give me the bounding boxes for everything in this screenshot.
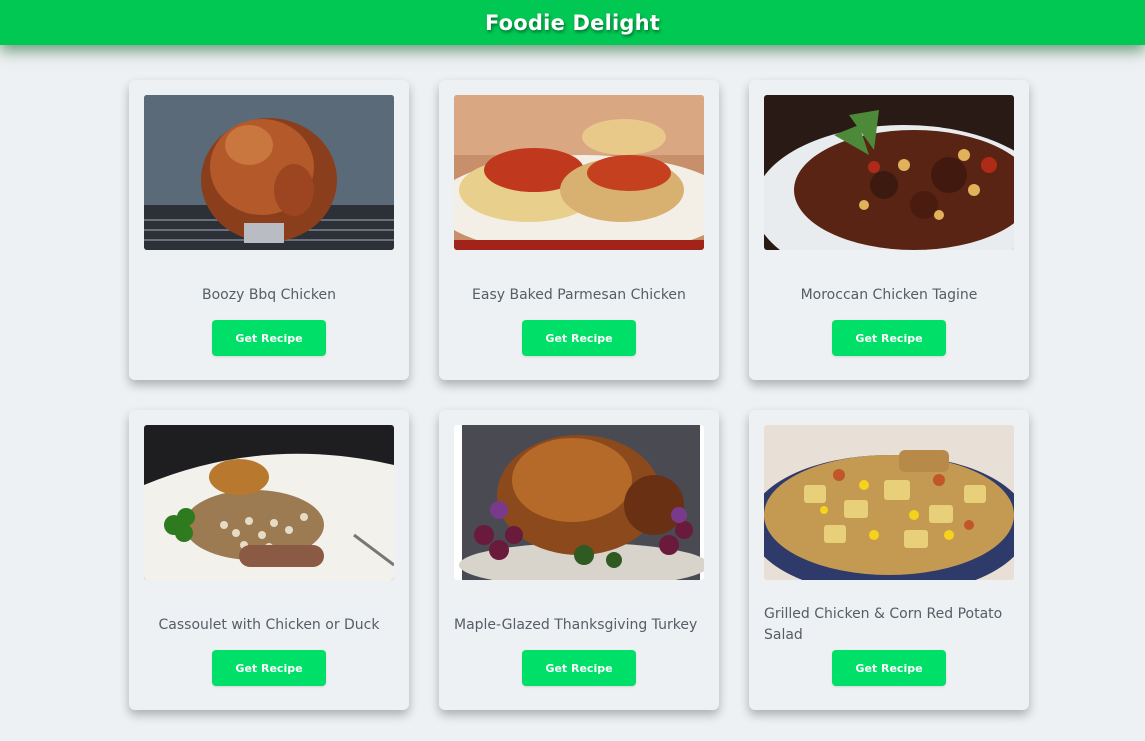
recipe-image-boozy-bbq-chicken: [144, 95, 394, 250]
get-recipe-button[interactable]: Get Recipe: [212, 320, 326, 356]
recipe-card-easy-baked-parmesan-chicken: Easy Baked Parmesan Chicken Get Recipe: [439, 80, 719, 380]
site-header: Foodie Delight: [0, 0, 1145, 45]
site-title: Foodie Delight: [484, 10, 661, 35]
recipe-title: Maple-Glazed Thanksgiving Turkey: [454, 616, 698, 633]
recipe-title-wrap: Easy Baked Parmesan Chicken: [454, 270, 704, 320]
get-recipe-button[interactable]: Get Recipe: [212, 650, 326, 686]
recipe-title: Easy Baked Parmesan Chicken: [472, 286, 686, 303]
recipe-card-boozy-bbq-chicken: Boozy Bbq Chicken Get Recipe: [129, 80, 409, 380]
recipe-title: Cassoulet with Chicken or Duck: [158, 616, 380, 633]
recipe-title-wrap: Cassoulet with Chicken or Duck: [144, 600, 394, 650]
recipe-card-moroccan-chicken-tagine: Moroccan Chicken Tagine Get Recipe: [749, 80, 1029, 380]
recipe-title-wrap: Maple-Glazed Thanksgiving Turkey: [454, 600, 704, 650]
recipe-title-wrap: Grilled Chicken & Corn Red Potato Salad: [764, 600, 1014, 650]
recipe-image-maple-glazed-turkey: [454, 425, 704, 580]
recipe-card-cassoulet: Cassoulet with Chicken or Duck Get Recip…: [129, 410, 409, 710]
get-recipe-button[interactable]: Get Recipe: [522, 650, 636, 686]
recipe-title: Boozy Bbq Chicken: [202, 286, 336, 303]
recipe-title: Moroccan Chicken Tagine: [800, 286, 978, 303]
recipe-grid: Boozy Bbq Chicken Get Recipe Easy Baked …: [129, 80, 1029, 710]
recipe-image-grilled-chicken-corn-salad: [764, 425, 1014, 580]
recipe-image-cassoulet: [144, 425, 394, 580]
get-recipe-button[interactable]: Get Recipe: [832, 650, 946, 686]
recipe-card-grilled-chicken-corn-salad: Grilled Chicken & Corn Red Potato Salad …: [749, 410, 1029, 710]
recipe-title: Grilled Chicken & Corn Red Potato Salad: [764, 606, 1003, 643]
recipe-card-maple-glazed-turkey: Maple-Glazed Thanksgiving Turkey Get Rec…: [439, 410, 719, 710]
get-recipe-button[interactable]: Get Recipe: [522, 320, 636, 356]
recipe-image-moroccan-chicken-tagine: [764, 95, 1014, 250]
recipe-image-easy-baked-parmesan-chicken: [454, 95, 704, 250]
get-recipe-button[interactable]: Get Recipe: [832, 320, 946, 356]
recipe-title-wrap: Moroccan Chicken Tagine: [764, 270, 1014, 320]
recipe-title-wrap: Boozy Bbq Chicken: [144, 270, 394, 320]
